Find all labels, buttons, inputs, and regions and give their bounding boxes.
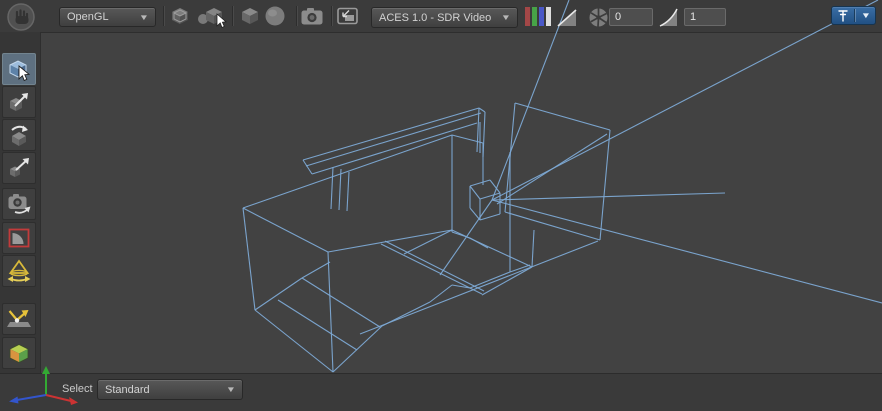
solid-shading-button[interactable] xyxy=(239,6,261,26)
selection-mode-value: Standard xyxy=(105,384,150,396)
toolbar-divider xyxy=(331,6,332,26)
y-axis-arrowhead xyxy=(42,366,50,374)
renderer-dropdown[interactable]: OpenGL ▼ xyxy=(59,7,156,27)
tool-translate-button[interactable] xyxy=(2,86,36,118)
select-objects-button[interactable] xyxy=(196,5,228,29)
tool-scale-button[interactable] xyxy=(2,152,36,184)
pin-icon xyxy=(837,9,849,22)
shaded-cube-icon xyxy=(7,341,31,365)
rgb-channels-button[interactable] xyxy=(524,6,552,27)
toolbar-divider xyxy=(163,6,164,26)
translate-arrow-icon xyxy=(7,90,31,114)
pin-dropdown[interactable]: ▼ xyxy=(831,6,876,25)
chevron-down-icon: ▼ xyxy=(226,385,236,394)
axis-gizmo xyxy=(0,364,95,410)
tool-select-button[interactable] xyxy=(2,53,36,85)
aperture-icon[interactable] xyxy=(588,7,609,28)
select-cursor-cube-icon xyxy=(6,56,32,82)
selection-mode-dropdown[interactable]: Standard ▼ xyxy=(97,379,243,400)
chevron-down-icon: ▼ xyxy=(501,13,511,22)
gamma-curve-icon xyxy=(658,7,679,27)
viewport-mask-icon xyxy=(7,226,31,250)
toolbar-divider xyxy=(232,6,233,26)
renderer-dropdown-value: OpenGL xyxy=(67,11,109,23)
orbit-camera-icon xyxy=(6,191,32,217)
z-axis xyxy=(17,395,46,400)
sphere-shading-button[interactable] xyxy=(263,5,287,27)
toolbar-divider xyxy=(296,6,297,26)
gamma-input[interactable] xyxy=(684,8,726,26)
colorspace-dropdown[interactable]: ACES 1.0 - SDR Video ▼ xyxy=(371,7,518,28)
light-cone-icon xyxy=(6,258,32,284)
light-bounce-icon xyxy=(6,306,32,332)
tool-viewport-mask-button[interactable] xyxy=(2,222,36,254)
chevron-down-icon: ▼ xyxy=(861,11,871,20)
wireframe-shading-button[interactable] xyxy=(169,6,191,26)
exposure-triangle-icon xyxy=(556,8,578,27)
x-axis-arrowhead xyxy=(69,397,78,405)
camera-snapshot-button[interactable] xyxy=(300,6,324,26)
scale-arrow-icon xyxy=(7,156,31,180)
z-axis-arrowhead xyxy=(9,397,19,404)
pin-dropdown-divider xyxy=(854,9,855,22)
bottom-bar: Select Standard ▼ xyxy=(0,373,882,411)
viewport-wireframe[interactable] xyxy=(0,0,882,410)
tool-light-bounce-button[interactable] xyxy=(2,303,36,335)
top-toolbar: OpenGL ▼ ACES 1.0 - SD xyxy=(0,0,882,32)
rotate-arrow-icon xyxy=(7,123,31,147)
render-layer-button[interactable] xyxy=(336,6,359,26)
tool-light-cone-button[interactable] xyxy=(2,255,36,287)
x-axis xyxy=(46,395,71,401)
tool-rotate-button[interactable] xyxy=(2,119,36,151)
exposure-input[interactable] xyxy=(609,8,653,26)
colorspace-dropdown-value: ACES 1.0 - SDR Video xyxy=(379,12,491,24)
tool-orbit-camera-button[interactable] xyxy=(2,188,36,220)
chevron-down-icon: ▼ xyxy=(139,13,149,22)
left-tool-column xyxy=(0,32,41,373)
pan-hand-icon[interactable] xyxy=(6,3,36,31)
